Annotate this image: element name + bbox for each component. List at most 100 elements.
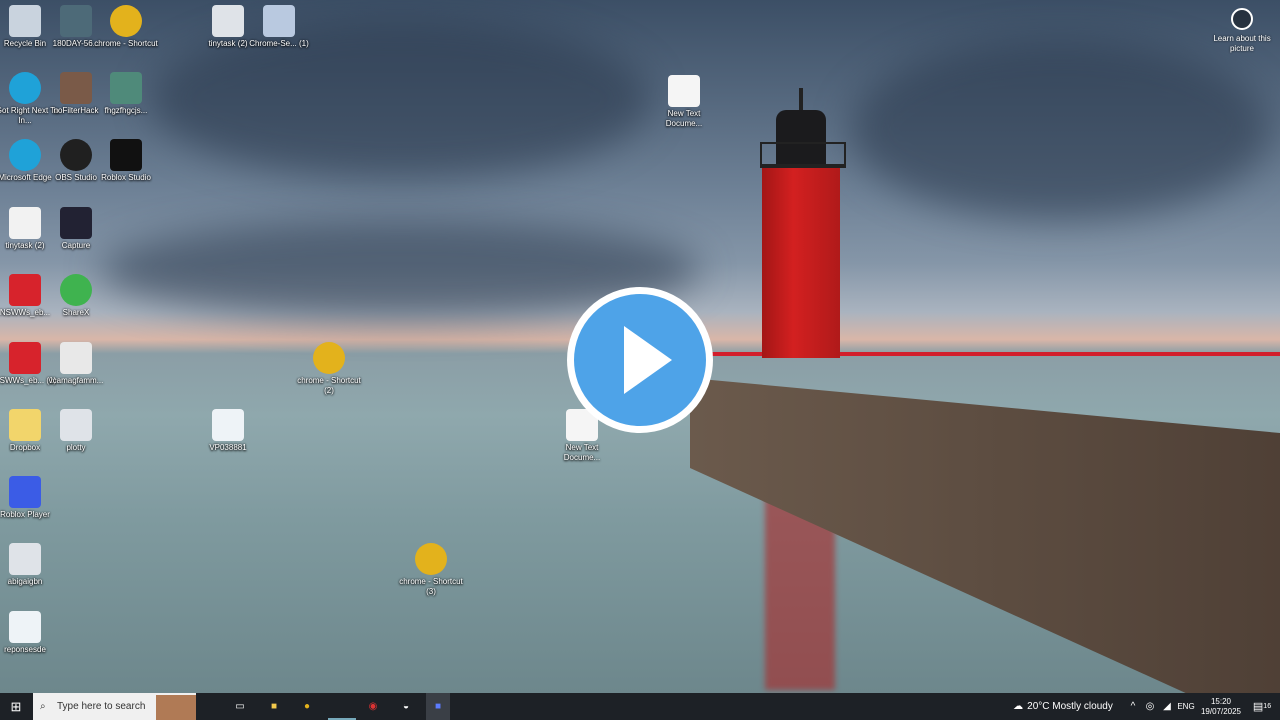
learn-about-picture-button[interactable]: Learn about this picture	[1212, 8, 1272, 54]
clock[interactable]: 15:20 19/07/2025	[1198, 693, 1244, 720]
desktop-icon-label: New Text Docume...	[665, 109, 703, 128]
desktop-icon[interactable]: New Text Docume...	[649, 75, 719, 129]
image-icon	[110, 72, 142, 104]
network-icon: ◢	[1163, 701, 1171, 712]
lighthouse-gallery	[760, 142, 846, 168]
app-icon: ◒	[402, 701, 410, 712]
app-icon	[60, 342, 92, 374]
desktop-icon-label: chrome - Shortcut	[94, 39, 158, 48]
desktop-icon[interactable]: Capture	[41, 207, 111, 251]
desktop-icon[interactable]: reponsesde	[0, 611, 60, 655]
lighthouse-spire	[799, 88, 803, 112]
media-file-icon	[9, 611, 41, 643]
desktop-icon-label: Capture	[61, 241, 91, 250]
show-hidden-icons-button[interactable]: ^	[1126, 693, 1140, 720]
obs-icon: ◉	[368, 701, 378, 712]
video-play-button[interactable]	[567, 287, 713, 433]
desktop-icon-label: Roblox Player	[0, 510, 50, 519]
pdf-icon	[9, 274, 41, 306]
roblox-icon: ■	[434, 701, 442, 712]
desktop-icon-label: chrome - Shortcut (2)	[297, 376, 361, 395]
file-explorer-button[interactable]: ■	[262, 693, 286, 720]
time: 15:20	[1210, 696, 1232, 706]
desktop-icon[interactable]: plotty	[41, 409, 111, 453]
roblox-taskbar-button[interactable]: ■	[426, 693, 450, 720]
text-file-icon	[668, 75, 700, 107]
installer-icon	[263, 5, 295, 37]
file-icon	[9, 207, 41, 239]
network-tray-button[interactable]: ◢	[1160, 693, 1174, 720]
desktop-icon[interactable]: VP038881	[193, 409, 263, 453]
desktop-icon[interactable]: vcamagfamm...	[41, 342, 111, 386]
webcam-tray-button[interactable]: ◎	[1143, 693, 1157, 720]
desktop-icon-label: VP038881	[209, 443, 247, 452]
desktop-icon-label: Roblox Studio	[101, 173, 151, 182]
desktop-icon-label: tinytask (2)	[208, 39, 248, 48]
app-icon	[60, 409, 92, 441]
date: 19/07/2025	[1200, 706, 1242, 716]
video-file-icon	[212, 409, 244, 441]
desktop-icon-label: plotty	[66, 443, 86, 452]
desktop-icon[interactable]: fhgzfhgcjs...	[91, 72, 161, 116]
desktop: Recycle BinI Got Right Next To In...Micr…	[0, 0, 1280, 693]
desktop-icon-label: Chrome-Se... (1)	[249, 39, 309, 48]
desktop-icon-label: chrome - Shortcut (3)	[399, 577, 463, 596]
windows-icon: ⊞	[10, 698, 22, 714]
folder-icon	[9, 409, 41, 441]
taskbar: ⊞ ⌕ Type here to search ▭ ■ ● ◉ ◒ ■ ☁ 20°…	[0, 693, 1280, 720]
edge-icon	[9, 139, 41, 171]
search-highlight-icon	[156, 695, 196, 720]
notification-center-button[interactable]: ▤ 16	[1250, 693, 1274, 720]
desktop-icon-label: abigaigbn	[7, 577, 43, 586]
app-icon	[212, 5, 244, 37]
notification-count: 16	[1263, 703, 1272, 710]
image-icon	[60, 207, 92, 239]
notification-icon: ▤	[1252, 701, 1264, 713]
start-button[interactable]: ⊞	[0, 693, 32, 720]
image-icon	[60, 5, 92, 37]
folder-icon: ■	[270, 701, 278, 712]
learn-label: Learn about this picture	[1213, 34, 1271, 53]
taskbar-app-button[interactable]	[328, 693, 356, 720]
sharex-icon	[60, 274, 92, 306]
desktop-icon-label: ShareX	[62, 308, 90, 317]
desktop-icon[interactable]: ShareX	[41, 274, 111, 318]
language-label: ENG	[1177, 702, 1195, 711]
chrome-icon: ●	[303, 701, 311, 712]
task-view-button[interactable]: ▭	[228, 693, 252, 720]
desktop-icon[interactable]: abigaigbn	[0, 543, 60, 587]
edge-icon	[9, 72, 41, 104]
language-indicator[interactable]: ENG	[1176, 693, 1196, 720]
desktop-icon-label: Dropbox	[9, 443, 41, 452]
camera-icon	[1231, 8, 1253, 30]
cloud-icon: ☁	[1013, 701, 1024, 712]
desktop-icon-label: Recycle Bin	[3, 39, 47, 48]
chrome-taskbar-button[interactable]: ●	[295, 693, 319, 720]
image-icon	[60, 72, 92, 104]
obs-taskbar-button[interactable]: ◉	[361, 693, 385, 720]
desktop-icon-label: reponsesde	[4, 645, 46, 654]
desktop-icon-label: tinytask (2)	[5, 241, 45, 250]
desktop-icon[interactable]: Chrome-Se... (1)	[244, 5, 314, 49]
app-taskbar-button[interactable]: ◒	[394, 693, 418, 720]
webcam-icon: ◎	[1145, 701, 1155, 712]
desktop-icon-label: vcamagfamm...	[48, 376, 104, 385]
chevron-up-icon: ^	[1130, 701, 1136, 712]
desktop-icon[interactable]: Roblox Player	[0, 476, 60, 520]
recycle-bin-icon	[9, 5, 41, 37]
chrome-icon	[415, 543, 447, 575]
search-icon: ⌕	[40, 701, 46, 712]
lighthouse-tower	[762, 168, 840, 358]
weather-widget[interactable]: ☁ 20°C Mostly cloudy	[1008, 693, 1118, 720]
chrome-icon	[110, 5, 142, 37]
chrome-icon	[313, 342, 345, 374]
desktop-icon[interactable]: chrome - Shortcut	[91, 5, 161, 49]
search-box[interactable]: ⌕ Type here to search	[33, 693, 196, 720]
pdf-icon	[9, 342, 41, 374]
roblox-studio-icon	[110, 139, 142, 171]
desktop-icon[interactable]: Roblox Studio	[91, 139, 161, 183]
roblox-player-icon	[9, 476, 41, 508]
weather-text: 20°C Mostly cloudy	[1027, 701, 1113, 712]
desktop-icon[interactable]: chrome - Shortcut (2)	[294, 342, 364, 396]
desktop-icon[interactable]: chrome - Shortcut (3)	[396, 543, 466, 597]
